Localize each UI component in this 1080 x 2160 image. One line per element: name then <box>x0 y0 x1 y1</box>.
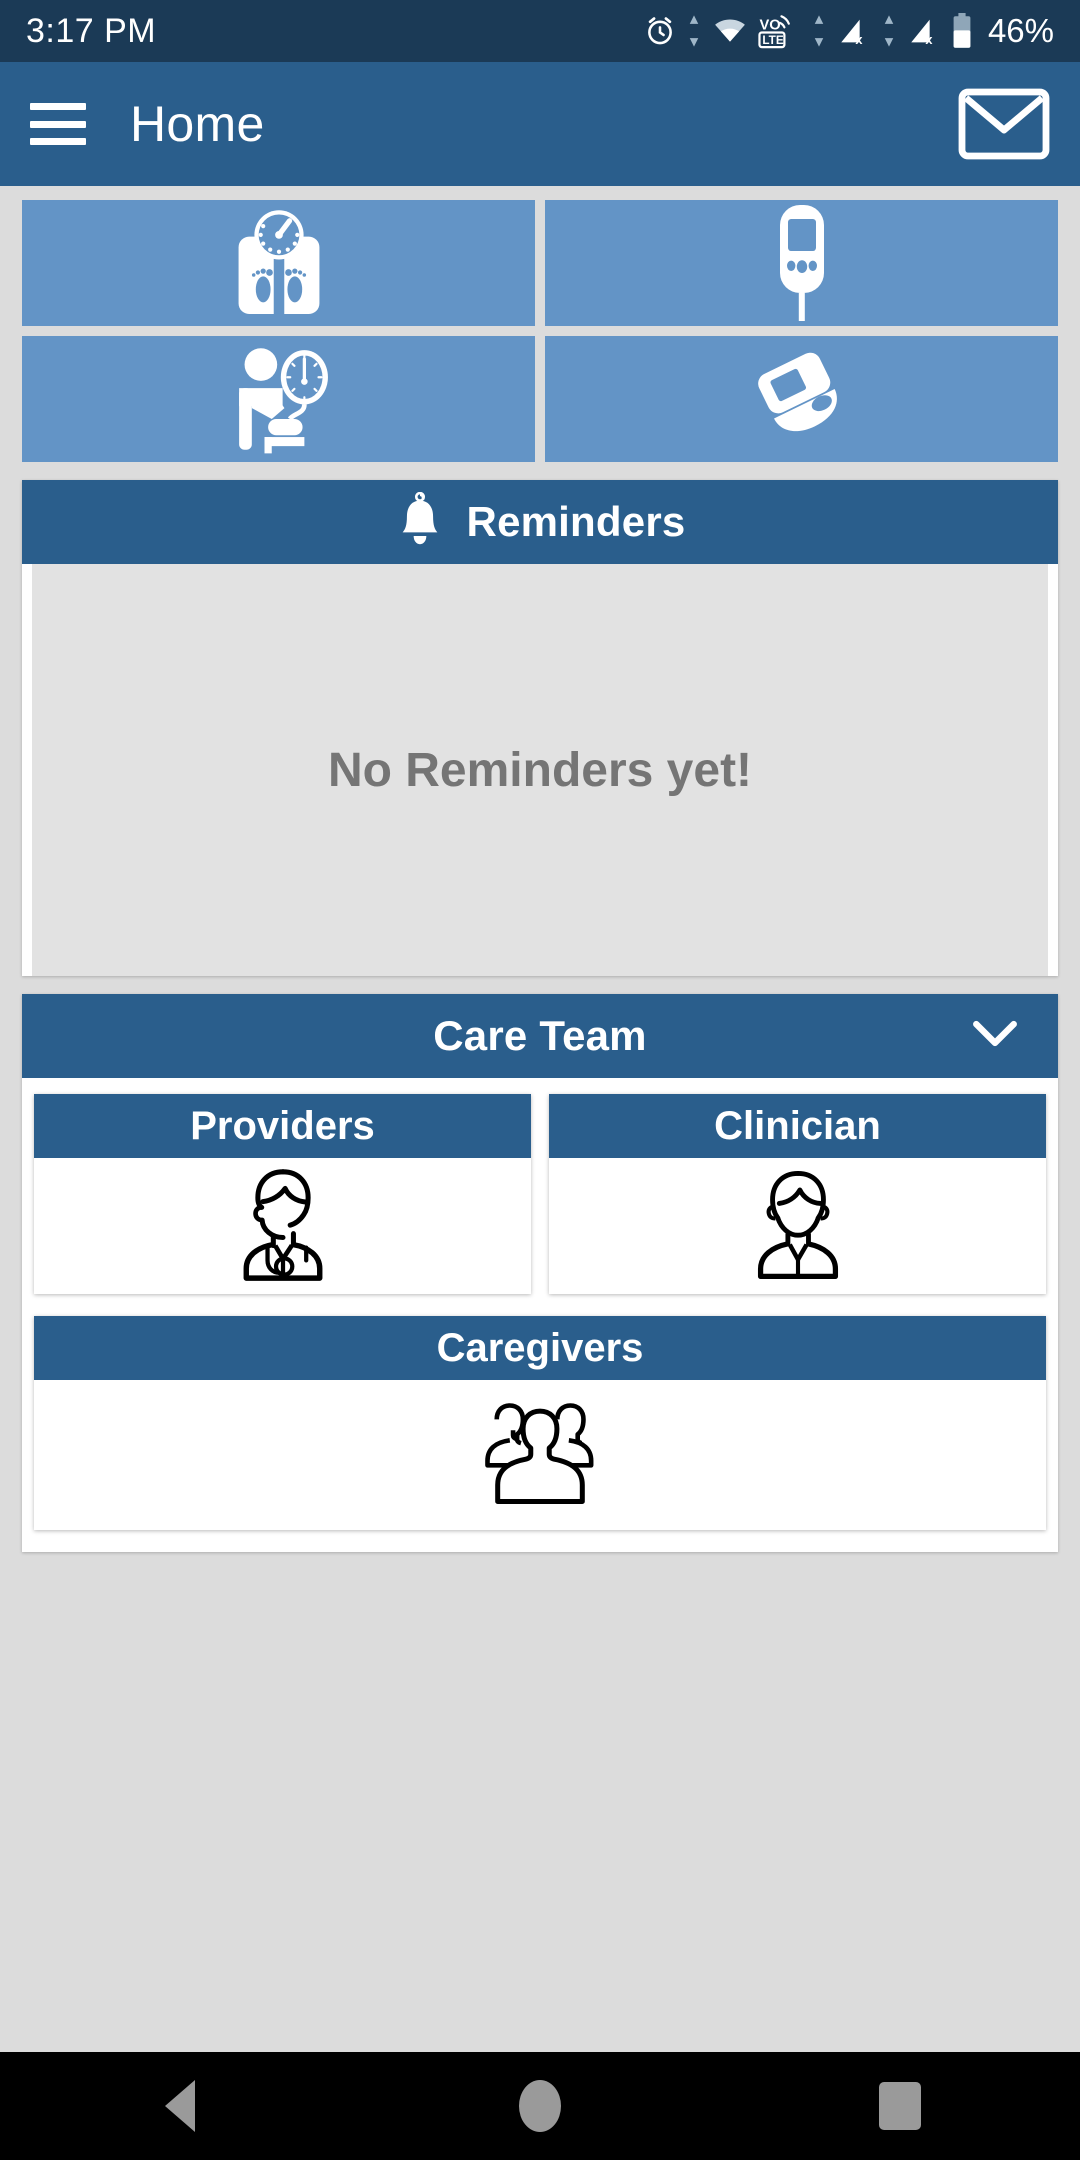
svg-text:LTE: LTE <box>762 34 783 47</box>
clinician-header: Clinician <box>549 1094 1046 1158</box>
care-team-card: Care Team Providers Clinician Caregivers <box>22 994 1058 1552</box>
doctor-icon <box>223 1166 343 1287</box>
caregivers-label: Caregivers <box>436 1325 644 1370</box>
clinician-icon <box>740 1166 856 1287</box>
caregivers-header: Caregivers <box>34 1316 1046 1380</box>
care-team-header[interactable]: Care Team <box>22 994 1058 1078</box>
status-bar: 3:17 PM VO LTE x x 46% <box>0 0 1080 62</box>
svg-text:x: x <box>855 32 862 47</box>
data-transfer-icon <box>811 14 827 48</box>
android-nav-bar <box>0 2052 1080 2160</box>
weight-scale-icon <box>226 205 332 321</box>
battery-icon <box>951 13 973 49</box>
app-bar: Home <box>0 62 1080 186</box>
battery-percent: 46% <box>987 12 1054 49</box>
svg-text:x: x <box>925 32 932 47</box>
svg-text:VO: VO <box>759 18 780 34</box>
reminders-card: Reminders No Reminders yet! <box>22 480 1058 976</box>
page-title: Home <box>130 96 265 152</box>
group-people-icon <box>465 1398 615 1513</box>
caregivers-icon-wrap <box>34 1380 1046 1530</box>
alarm-icon <box>643 14 677 48</box>
glucometer-tile[interactable] <box>545 200 1058 326</box>
signal-no-sim-icon: x <box>836 14 872 48</box>
providers-label: Providers <box>190 1103 375 1148</box>
providers-icon-wrap <box>34 1158 531 1294</box>
chevron-down-icon[interactable] <box>972 1019 1018 1054</box>
wifi-icon <box>711 14 749 48</box>
envelope-icon[interactable] <box>958 88 1050 160</box>
caregivers-card[interactable]: Caregivers <box>34 1316 1046 1530</box>
care-team-body: Providers Clinician Caregivers <box>22 1078 1058 1552</box>
care-team-title: Care Team <box>433 1012 647 1059</box>
main-content: Reminders No Reminders yet! Care Team Pr… <box>0 186 1080 2052</box>
bell-icon <box>395 491 445 553</box>
reminders-header: Reminders <box>22 480 1058 564</box>
status-time: 3:17 PM <box>26 11 157 50</box>
pulse-oximeter-icon <box>747 349 857 449</box>
blood-pressure-tile[interactable] <box>22 336 535 462</box>
status-icons: VO LTE x x 46% <box>643 12 1054 50</box>
hamburger-menu-icon[interactable] <box>30 103 86 145</box>
glucometer-icon <box>767 203 837 323</box>
recents-square-icon[interactable] <box>810 2052 990 2160</box>
data-transfer-icon <box>686 14 702 48</box>
blood-pressure-icon <box>221 341 337 457</box>
care-team-row: Providers Clinician <box>34 1094 1046 1294</box>
providers-card[interactable]: Providers <box>34 1094 531 1294</box>
signal-no-sim-icon: x <box>906 14 942 48</box>
vitals-tile-grid <box>0 200 1080 462</box>
clinician-card[interactable]: Clinician <box>549 1094 1046 1294</box>
weight-scale-tile[interactable] <box>22 200 535 326</box>
pulse-oximeter-tile[interactable] <box>545 336 1058 462</box>
providers-header: Providers <box>34 1094 531 1158</box>
phone-screen: 3:17 PM VO LTE x x 46% Home Reminders No… <box>0 0 1080 2160</box>
clinician-icon-wrap <box>549 1158 1046 1294</box>
clinician-label: Clinician <box>714 1103 881 1148</box>
back-triangle-icon[interactable] <box>90 2052 270 2160</box>
data-transfer-icon <box>881 14 897 48</box>
reminders-title: Reminders <box>466 498 686 545</box>
home-circle-icon[interactable] <box>450 2052 630 2160</box>
reminders-empty-state: No Reminders yet! <box>32 564 1048 976</box>
reminders-empty-text: No Reminders yet! <box>327 743 753 797</box>
volte-icon: VO LTE <box>758 13 802 49</box>
